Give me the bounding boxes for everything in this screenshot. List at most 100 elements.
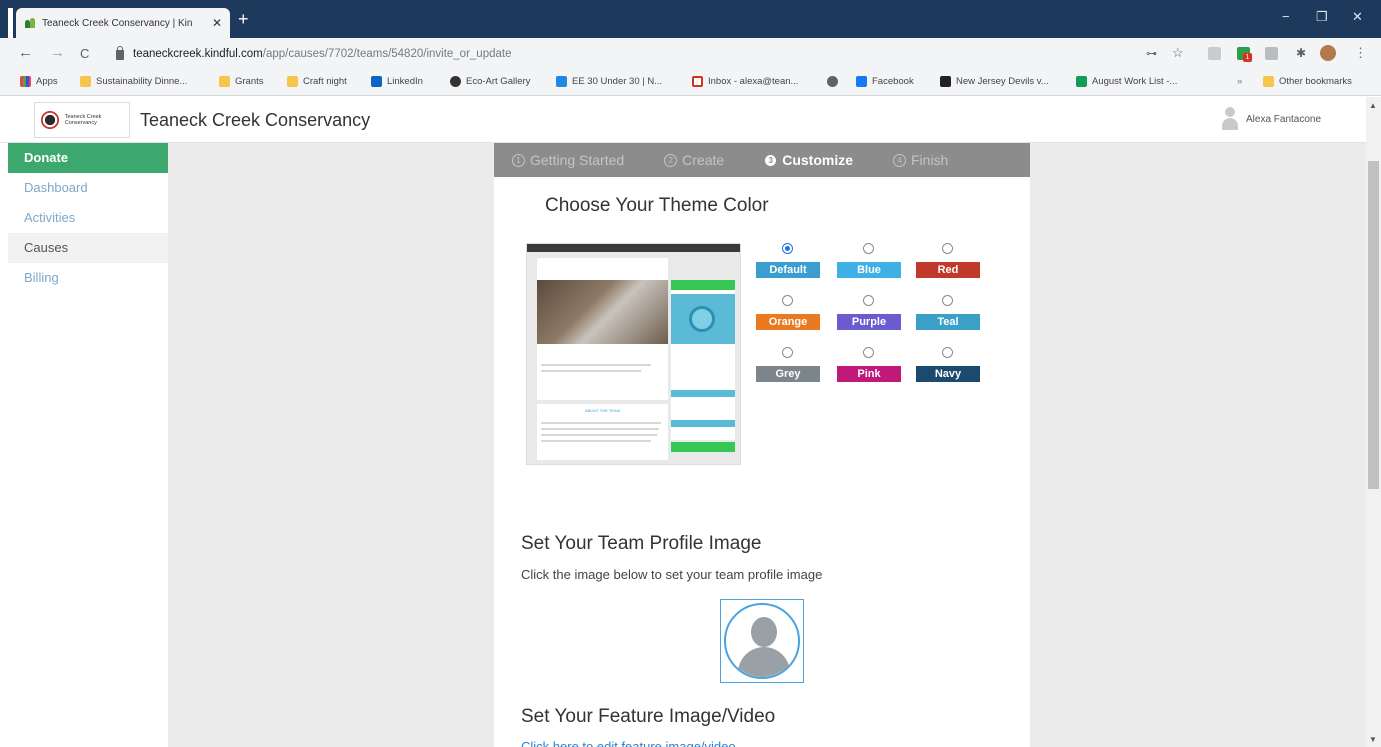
tab-title: Teaneck Creek Conservancy | Kin	[42, 17, 193, 29]
reload-button[interactable]: C	[80, 46, 89, 61]
theme-swatch[interactable]: Default	[756, 262, 820, 278]
theme-radio[interactable]	[782, 295, 793, 306]
theme-radio[interactable]	[942, 243, 953, 254]
new-tab-button[interactable]: +	[238, 10, 249, 28]
window-maximize-button[interactable]: ❐	[1316, 9, 1328, 25]
forward-button[interactable]: →	[50, 44, 65, 61]
bookmark-apps[interactable]: Apps	[20, 76, 58, 87]
avatar-shoulders	[738, 647, 790, 677]
bookmark-label: August Work List -...	[1092, 76, 1178, 87]
bookmark-label: Eco-Art Gallery	[466, 76, 531, 87]
bookmark-nj-devils[interactable]: New Jersey Devils v...	[940, 76, 1049, 87]
scroll-up-arrow-icon[interactable]: ▲	[1369, 101, 1377, 110]
bookmark-ee30[interactable]: EE 30 Under 30 | N...	[556, 76, 662, 87]
team-profile-image[interactable]	[720, 599, 804, 683]
theme-radio[interactable]	[863, 347, 874, 358]
address-bar[interactable]: teaneckcreek.kindful.com /app/causes/770…	[116, 42, 1206, 66]
sidebar-item-donate[interactable]: Donate	[8, 143, 168, 173]
theme-radio[interactable]	[782, 347, 793, 358]
bookmark-folder[interactable]: Craft night	[287, 76, 347, 87]
step-number: 4	[893, 153, 906, 167]
sidebar-item-dashboard[interactable]: Dashboard	[8, 173, 168, 203]
bookmarks-overflow-button[interactable]: »	[1237, 76, 1242, 87]
bookmark-globe[interactable]	[827, 76, 843, 87]
theme-swatch[interactable]: Grey	[756, 366, 820, 382]
back-button[interactable]: ←	[18, 44, 33, 61]
profile-image-heading: Set Your Team Profile Image	[521, 533, 762, 554]
theme-option-pink[interactable]: Pink	[837, 347, 901, 382]
theme-option-teal[interactable]: Teal	[916, 295, 980, 330]
tab-close-icon[interactable]: ✕	[212, 16, 222, 30]
feature-image-heading: Set Your Feature Image/Video	[521, 706, 776, 727]
sidebar-item-billing[interactable]: Billing	[8, 263, 168, 293]
bookmark-linkedin[interactable]: LinkedIn	[371, 76, 423, 87]
theme-option-default[interactable]: Default	[756, 243, 820, 278]
theme-radio[interactable]	[863, 295, 874, 306]
preview-progress-ring	[689, 306, 715, 332]
avatar-placeholder-icon	[724, 603, 800, 679]
folder-icon	[219, 76, 230, 87]
facebook-icon	[856, 76, 867, 87]
window-close-button[interactable]: ✕	[1352, 9, 1363, 25]
bookmark-label: Inbox - alexa@tean...	[708, 76, 799, 87]
step-finish[interactable]: 4 Finish	[893, 152, 948, 168]
bookmark-folder[interactable]: Sustainability Dinne...	[80, 76, 187, 87]
step-number: 1	[512, 153, 525, 167]
theme-radio[interactable]	[863, 243, 874, 254]
theme-swatch[interactable]: Blue	[837, 262, 901, 278]
bookmark-label: Craft night	[303, 76, 347, 87]
browser-menu-icon[interactable]: ⋮	[1354, 45, 1367, 61]
theme-swatch[interactable]: Navy	[916, 366, 980, 382]
user-menu[interactable]: Alexa Fantacone	[1222, 107, 1321, 131]
bookmark-folder[interactable]: Grants	[219, 76, 264, 87]
linkedin-icon	[371, 76, 382, 87]
window-minimize-button[interactable]: −	[1282, 9, 1290, 24]
profile-avatar[interactable]	[1320, 45, 1336, 61]
bookmark-august-work[interactable]: August Work List -...	[1076, 76, 1177, 87]
theme-option-purple[interactable]: Purple	[837, 295, 901, 330]
step-getting-started[interactable]: 1 Getting Started	[512, 152, 624, 168]
browser-tab[interactable]: Teaneck Creek Conservancy | Kin ✕	[16, 8, 230, 38]
step-label: Getting Started	[530, 152, 625, 168]
folder-icon	[287, 76, 298, 87]
bookmark-facebook[interactable]: Facebook	[856, 76, 914, 87]
theme-option-blue[interactable]: Blue	[837, 243, 901, 278]
other-bookmarks[interactable]: Other bookmarks	[1263, 76, 1352, 87]
page-scrollbar[interactable]: ▲ ▼	[1366, 97, 1381, 747]
theme-radio[interactable]	[782, 243, 793, 254]
preview-about-panel: ABOUT THE TEAM	[537, 404, 668, 460]
theme-radio[interactable]	[942, 347, 953, 358]
extension-icon[interactable]	[1265, 47, 1278, 60]
theme-swatch[interactable]: Purple	[837, 314, 901, 330]
theme-swatch[interactable]: Teal	[916, 314, 980, 330]
preview-text-line	[541, 422, 661, 424]
theme-option-red[interactable]: Red	[916, 243, 980, 278]
extensions-puzzle-icon[interactable]: ✱	[1296, 46, 1306, 60]
theme-option-grey[interactable]: Grey	[756, 347, 820, 382]
sheets-icon	[1076, 76, 1087, 87]
theme-option-orange[interactable]: Orange	[756, 295, 820, 330]
bookmark-label: LinkedIn	[387, 76, 423, 87]
theme-radio[interactable]	[942, 295, 953, 306]
edit-feature-link[interactable]: Click here to edit feature image/video	[521, 739, 736, 747]
org-logo[interactable]: Teaneck Creek Conservancy	[34, 102, 130, 138]
bookmark-inbox[interactable]: Inbox - alexa@tean...	[692, 76, 798, 87]
extension-badge-icon[interactable]: 1	[1237, 47, 1252, 62]
step-label: Customize	[782, 152, 853, 168]
extension-icon[interactable]	[1208, 47, 1221, 60]
scroll-down-arrow-icon[interactable]: ▼	[1369, 735, 1377, 744]
step-customize[interactable]: 3 Customize	[764, 152, 853, 168]
password-key-icon[interactable]: ⊶	[1146, 47, 1157, 60]
theme-swatch[interactable]: Red	[916, 262, 980, 278]
bookmark-eco-art[interactable]: Eco-Art Gallery	[450, 76, 530, 87]
logo-text: Teaneck Creek Conservancy	[64, 114, 102, 126]
theme-swatch[interactable]: Pink	[837, 366, 901, 382]
theme-swatch[interactable]: Orange	[756, 314, 820, 330]
sidebar-item-activities[interactable]: Activities	[8, 203, 168, 233]
theme-option-navy[interactable]: Navy	[916, 347, 980, 382]
sidebar-item-causes[interactable]: Causes	[8, 233, 168, 263]
step-create[interactable]: 2 Create	[664, 152, 724, 168]
bookmark-star-icon[interactable]: ☆	[1172, 45, 1184, 61]
url-host: teaneckcreek.kindful.com	[133, 48, 263, 60]
scroll-thumb[interactable]	[1368, 161, 1379, 489]
